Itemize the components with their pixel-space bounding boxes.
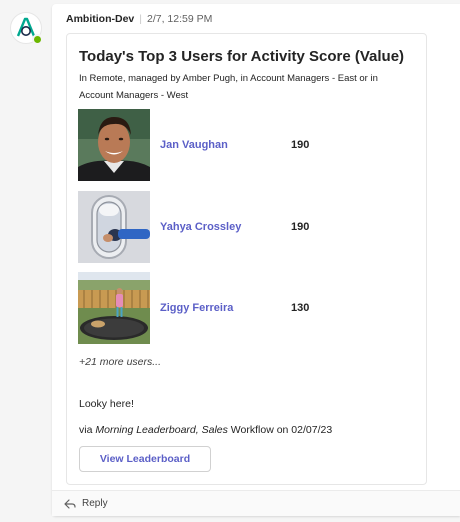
reply-label: Reply [82, 498, 108, 509]
card-title: Today's Top 3 Users for Activity Score (… [79, 48, 405, 65]
via-suffix: Workflow on 02/07/23 [230, 424, 333, 436]
leaderboard-row: Yahya Crossley 190 [78, 191, 418, 263]
leaderboard-row: Jan Vaughan 190 [78, 109, 418, 181]
more-users-text: +21 more users... [79, 356, 161, 368]
user-score: 190 [291, 139, 310, 151]
message-header: Ambition-Dev | 2/7, 12:59 PM [66, 13, 212, 25]
sender-name[interactable]: Ambition-Dev [66, 13, 134, 25]
user-name-link[interactable]: Jan Vaughan [160, 139, 228, 151]
user-name-link[interactable]: Ziggy Ferreira [160, 302, 233, 314]
user-photo-airplane-window[interactable] [78, 191, 150, 263]
leaderboard-row: Ziggy Ferreira 130 [78, 272, 418, 344]
user-photo-trampoline[interactable] [78, 272, 150, 344]
message-timestamp: 2/7, 12:59 PM [146, 13, 213, 25]
via-leaderboard-name: Morning Leaderboard, Sales [95, 424, 228, 436]
via-attribution: via Morning Leaderboard, Sales Workflow … [79, 424, 332, 436]
user-score: 190 [291, 221, 310, 233]
reply-button[interactable]: Reply [52, 490, 460, 516]
user-name-link[interactable]: Yahya Crossley [160, 221, 241, 233]
user-photo-man-smiling[interactable] [78, 109, 150, 181]
card-subtitle: In Remote, managed by Amber Pugh, in Acc… [79, 73, 378, 101]
view-leaderboard-button[interactable]: View Leaderboard [79, 446, 211, 472]
reply-arrow-icon [64, 498, 76, 509]
header-divider: | [139, 13, 142, 25]
leaderboard-card: Today's Top 3 Users for Activity Score (… [66, 33, 427, 485]
via-prefix: via [79, 424, 93, 436]
presence-available-icon [32, 34, 43, 45]
message-bubble: Ambition-Dev | 2/7, 12:59 PM Today's Top… [52, 4, 460, 516]
user-score: 130 [291, 302, 310, 314]
card-note: Looky here! [79, 398, 134, 410]
bot-avatar[interactable] [10, 12, 43, 45]
